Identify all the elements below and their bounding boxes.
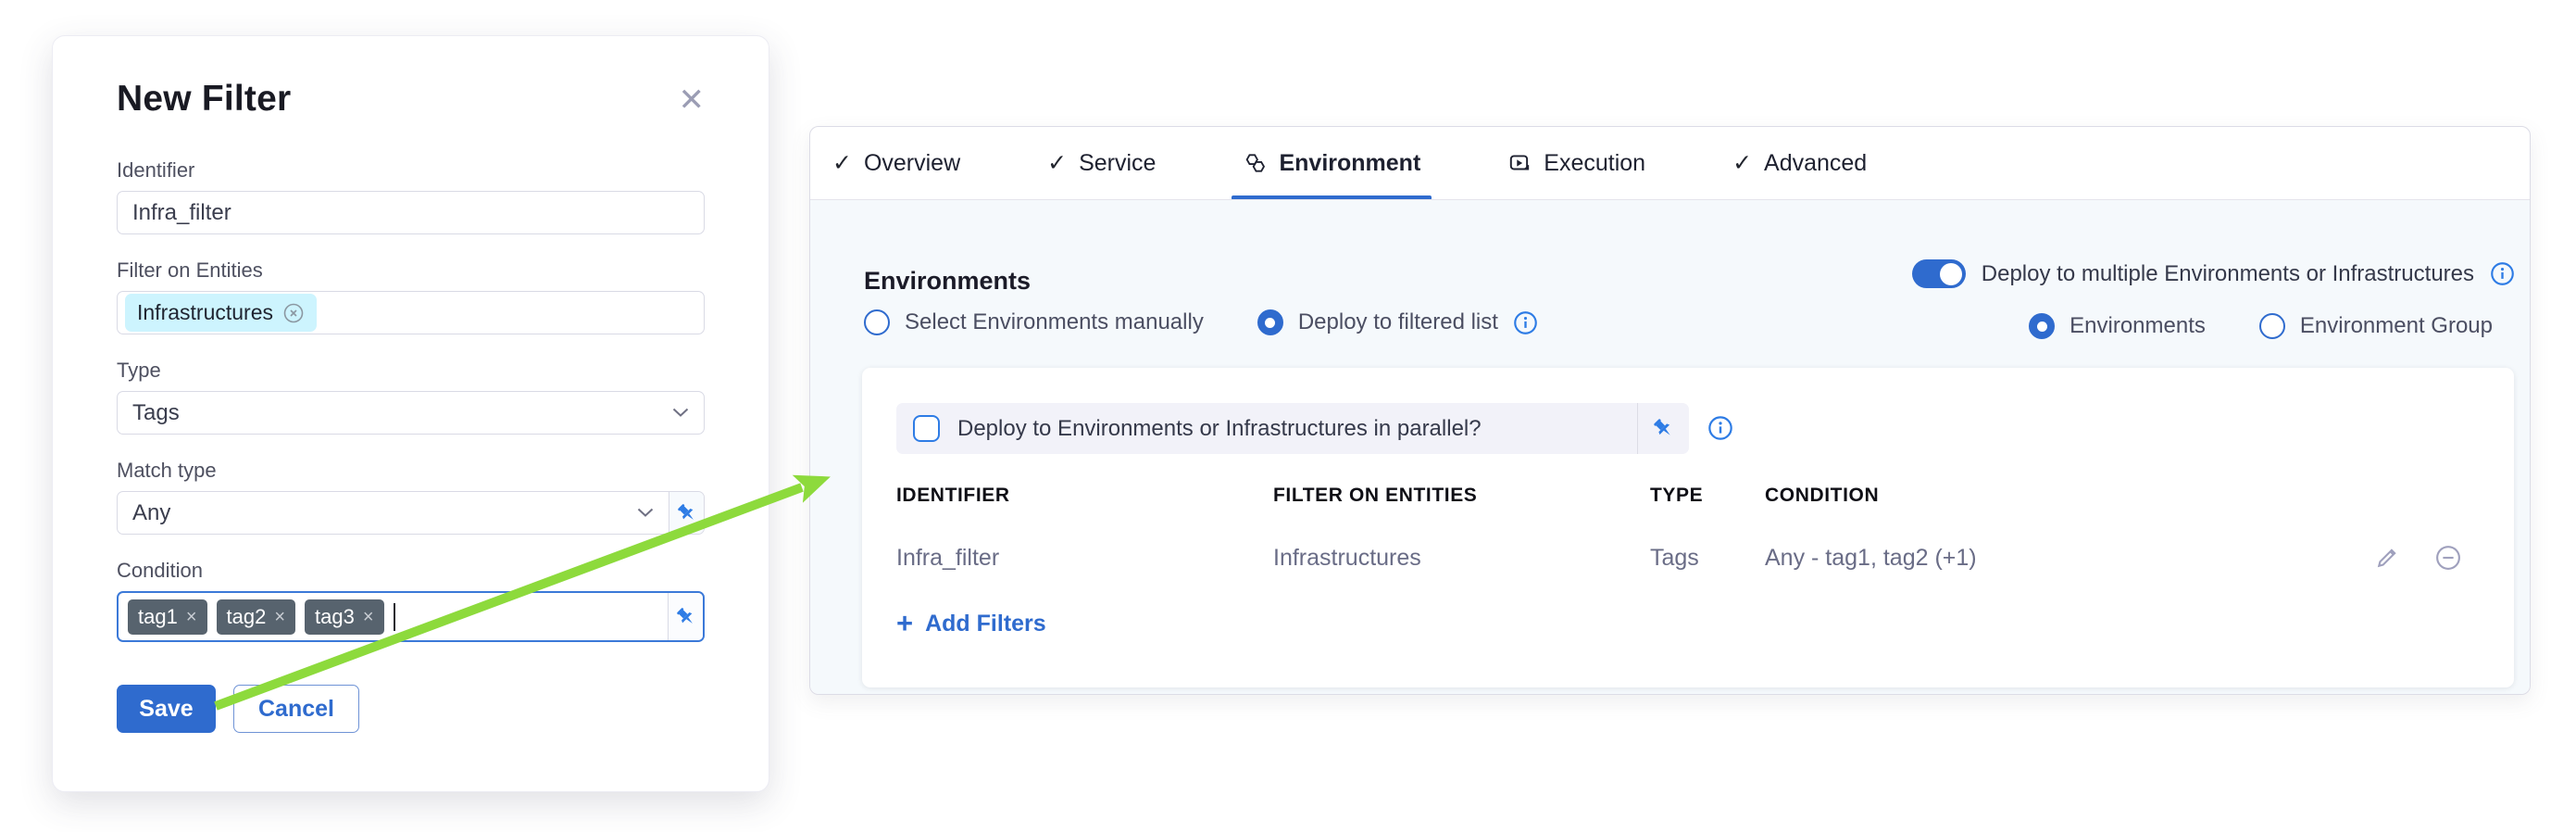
page: New Filter ✕ Identifier Infra_filter Fil… — [0, 0, 2576, 832]
filters-card: Deploy to Environments or Infrastructure… — [862, 368, 2514, 687]
tag-remove-icon[interactable]: × — [274, 608, 285, 626]
table-row: Infra_filter Infrastructures Tags Any - … — [896, 544, 2477, 572]
info-icon[interactable] — [2490, 261, 2515, 286]
cell-filter-on-entities: Infrastructures — [1273, 545, 1650, 572]
environments-heading: Environments — [864, 267, 1031, 296]
pin-button[interactable] — [1637, 403, 1689, 454]
tab-environment[interactable]: Environment — [1243, 127, 1420, 199]
identifier-value: Infra_filter — [132, 200, 231, 226]
parallel-checkbox[interactable] — [913, 415, 940, 442]
entities-input[interactable]: Infrastructures — [117, 291, 705, 334]
cell-condition: Any - tag1, tag2 (+1) — [1765, 545, 2355, 572]
type-label: Type — [117, 359, 705, 383]
stage-tabbar: ✓ Overview ✓ Service Environment — [810, 127, 2530, 199]
info-icon[interactable] — [1513, 310, 1538, 335]
text-cursor — [394, 603, 395, 631]
environment-tab-content: Environments Select Environments manuall… — [810, 199, 2530, 694]
entities-label: Filter on Entities — [117, 258, 705, 283]
type-select[interactable]: Tags — [117, 391, 705, 435]
cancel-button[interactable]: Cancel — [233, 685, 359, 733]
pin-icon — [1651, 416, 1676, 441]
check-icon: ✓ — [832, 149, 852, 177]
chevron-down-icon — [672, 408, 689, 418]
filters-table: IDENTIFIER FILTER ON ENTITIES TYPE CONDI… — [896, 485, 2477, 572]
filters-table-header: IDENTIFIER FILTER ON ENTITIES TYPE CONDI… — [896, 485, 2477, 507]
entities-chip: Infrastructures — [125, 294, 317, 332]
info-icon[interactable] — [1707, 415, 1733, 441]
match-type-select[interactable]: Any — [117, 491, 705, 535]
pipeline-stage-panel: ✓ Overview ✓ Service Environment — [809, 126, 2531, 695]
modal-title: New Filter — [117, 79, 291, 120]
execution-icon — [1507, 151, 1532, 175]
col-condition: CONDITION — [1765, 485, 2355, 507]
save-button[interactable]: Save — [117, 685, 216, 733]
check-icon: ✓ — [1732, 149, 1752, 177]
condition-tag: tag1 × — [128, 599, 207, 635]
remove-filter-button[interactable] — [2420, 544, 2477, 572]
environment-icon — [1243, 151, 1267, 175]
chevron-down-icon — [637, 508, 654, 518]
col-identifier: IDENTIFIER — [896, 485, 1273, 507]
tab-overview[interactable]: ✓ Overview — [832, 127, 960, 199]
radio-icon[interactable] — [2259, 313, 2285, 339]
tab-advanced[interactable]: ✓ Advanced — [1732, 127, 1867, 199]
close-icon[interactable]: ✕ — [679, 84, 706, 116]
pin-icon — [675, 501, 699, 525]
tab-service[interactable]: ✓ Service — [1047, 127, 1156, 199]
match-type-value: Any — [132, 500, 170, 526]
type-value: Tags — [132, 400, 180, 426]
radio-icon[interactable] — [864, 309, 890, 335]
match-type-label: Match type — [117, 459, 705, 483]
identifier-label: Identifier — [117, 158, 705, 183]
condition-label: Condition — [117, 559, 705, 583]
tag-remove-icon[interactable]: × — [363, 608, 374, 626]
cell-identifier: Infra_filter — [896, 545, 1273, 572]
condition-tag: tag3 × — [305, 599, 384, 635]
deploy-multiple-toggle[interactable] — [1912, 259, 1966, 288]
deploy-multiple-toggle-row: Deploy to multiple Environments or Infra… — [1912, 259, 2515, 288]
radio-environments[interactable]: Environments — [2029, 313, 2206, 339]
parallel-checkbox-bar: Deploy to Environments or Infrastructure… — [896, 403, 1689, 454]
chip-remove-icon[interactable] — [282, 302, 305, 324]
pin-button[interactable] — [668, 593, 703, 640]
edit-filter-button[interactable] — [2355, 545, 2420, 571]
plus-icon: + — [896, 609, 913, 637]
minus-circle-icon — [2434, 544, 2462, 572]
identifier-input[interactable]: Infra_filter — [117, 191, 705, 234]
tag-remove-icon[interactable]: × — [186, 608, 197, 626]
col-type: TYPE — [1650, 485, 1765, 507]
pencil-icon — [2374, 545, 2400, 571]
add-filters-button[interactable]: + Add Filters — [896, 611, 1046, 637]
tab-execution[interactable]: Execution — [1507, 127, 1645, 199]
radio-select-environments-manually[interactable]: Select Environments manually — [864, 309, 1204, 335]
radio-environment-group[interactable]: Environment Group — [2259, 313, 2493, 339]
pin-button[interactable] — [669, 492, 704, 534]
condition-tag: tag2 × — [217, 599, 296, 635]
pin-icon — [674, 605, 698, 629]
cell-type: Tags — [1650, 545, 1765, 572]
radio-selected-icon[interactable] — [2029, 313, 2055, 339]
radio-deploy-to-filtered-list[interactable]: Deploy to filtered list — [1257, 309, 1538, 335]
check-icon: ✓ — [1047, 149, 1067, 177]
parallel-checkbox-label: Deploy to Environments or Infrastructure… — [957, 416, 1482, 442]
new-filter-modal: New Filter ✕ Identifier Infra_filter Fil… — [52, 35, 769, 792]
col-filter-on-entities: FILTER ON ENTITIES — [1273, 485, 1650, 507]
condition-input[interactable]: tag1 × tag2 × tag3 × — [117, 591, 705, 642]
radio-selected-icon[interactable] — [1257, 309, 1283, 335]
